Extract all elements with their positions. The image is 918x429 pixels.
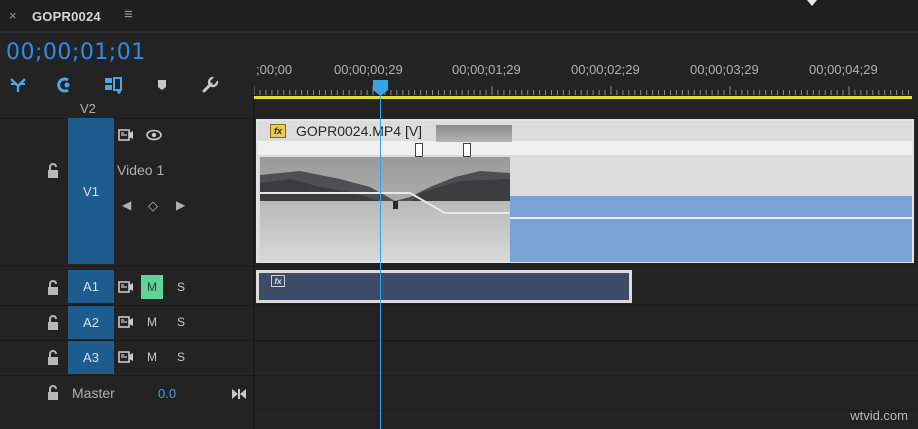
clip-thumbnail-small: [436, 125, 512, 142]
lane-separator: [255, 305, 918, 306]
ruler-label: 00;00;03;29: [690, 62, 759, 77]
opacity-rubber-band[interactable]: [510, 217, 912, 219]
clip-thumbnail: [260, 157, 510, 261]
audio-clip[interactable]: fx: [256, 270, 632, 303]
playhead-handle[interactable]: [373, 80, 388, 96]
insert-sequence-icon: [105, 77, 122, 94]
sync-lock-icon[interactable]: [118, 128, 134, 142]
sync-lock-icon[interactable]: [118, 280, 134, 294]
go-to-end-icon[interactable]: [231, 388, 247, 400]
track-target-a3[interactable]: A3: [68, 341, 114, 374]
solo-button-a1[interactable]: S: [170, 275, 192, 299]
in-point-marker[interactable]: [415, 143, 423, 157]
lock-icon[interactable]: [46, 315, 60, 331]
add-keyframe-button[interactable]: ◇: [148, 198, 158, 214]
track-target-a1[interactable]: A1: [68, 270, 114, 303]
video-clip[interactable]: fx GOPR0024.MP4 [V]: [256, 119, 914, 263]
add-marker-button[interactable]: [150, 74, 174, 96]
tab-underline: [0, 31, 918, 33]
track-separator: [0, 305, 253, 306]
work-area-bar[interactable]: [254, 96, 912, 99]
track-separator: [0, 266, 253, 267]
snap-button[interactable]: [6, 74, 30, 96]
solo-button-a2[interactable]: S: [170, 310, 192, 334]
linked-selection-icon: [57, 77, 70, 93]
next-keyframe-button[interactable]: ▶: [176, 198, 185, 212]
lock-icon[interactable]: [46, 163, 60, 179]
track-v2-label: V2: [80, 101, 96, 116]
track-separator: [0, 118, 253, 119]
watermark-text: wtvid.com: [850, 408, 908, 423]
ruler-label: ;00;00: [256, 62, 293, 77]
mute-button-a1[interactable]: M: [141, 275, 163, 299]
track-v1-name[interactable]: Video 1: [117, 162, 164, 178]
lane-separator: [255, 340, 918, 341]
ruler-label: 00;00;00;29: [334, 62, 403, 77]
eye-icon[interactable]: [146, 128, 162, 142]
linked-selection-button[interactable]: [52, 74, 76, 96]
track-separator: [0, 340, 253, 341]
fx-badge-icon[interactable]: fx: [270, 124, 286, 138]
prev-keyframe-button[interactable]: ◀: [122, 198, 131, 212]
add-marker-icon: [158, 80, 166, 90]
ruler-ticks: [254, 86, 909, 95]
panel-menu-button[interactable]: ≡: [124, 6, 133, 23]
timeline-settings-button[interactable]: [198, 74, 222, 96]
clip-keyframe-band: [258, 141, 912, 155]
track-separator: [0, 375, 253, 376]
insert-sequence-button[interactable]: [102, 74, 126, 96]
ruler-label: 00;00;04;29: [809, 62, 878, 77]
solo-button-a3[interactable]: S: [170, 345, 192, 369]
snap-icon: [10, 78, 26, 92]
ruler-label: 00;00;02;29: [571, 62, 640, 77]
wrench-icon: [202, 76, 219, 93]
lock-icon[interactable]: [46, 280, 60, 296]
mute-button-a3[interactable]: M: [141, 345, 163, 369]
lane-separator: [255, 375, 918, 376]
lock-icon[interactable]: [46, 385, 60, 401]
panel-tab-bar: × GOPR0024 ≡: [0, 0, 918, 33]
snow-scene-thumbnail: [260, 157, 510, 261]
playhead-line[interactable]: [380, 92, 381, 429]
master-track-label: Master: [72, 385, 115, 401]
sequence-tab-title[interactable]: GOPR0024: [32, 9, 101, 24]
master-volume-value[interactable]: 0.0: [158, 386, 176, 401]
mute-button-a2[interactable]: M: [141, 310, 163, 334]
lock-icon[interactable]: [46, 350, 60, 366]
time-ruler[interactable]: ;00;00 00;00;00;29 00;00;01;29 00;00;02;…: [254, 58, 918, 102]
track-target-a2[interactable]: A2: [68, 306, 114, 339]
sync-lock-icon[interactable]: [118, 315, 134, 329]
mouse-cursor-icon: [807, 0, 817, 6]
ruler-label: 00;00;01;29: [452, 62, 521, 77]
fx-badge-icon[interactable]: fx: [271, 275, 285, 287]
track-target-v1[interactable]: V1: [68, 118, 114, 264]
playhead-timecode[interactable]: 00;00;01;01: [6, 40, 146, 65]
lane-separator: [255, 266, 918, 267]
close-tab-button[interactable]: ×: [9, 8, 17, 23]
clip-opacity-region: [510, 196, 912, 262]
lane-separator: [255, 410, 918, 411]
out-point-marker[interactable]: [463, 143, 471, 157]
sync-lock-icon[interactable]: [118, 350, 134, 364]
video-clip-name: GOPR0024.MP4 [V]: [296, 123, 423, 139]
